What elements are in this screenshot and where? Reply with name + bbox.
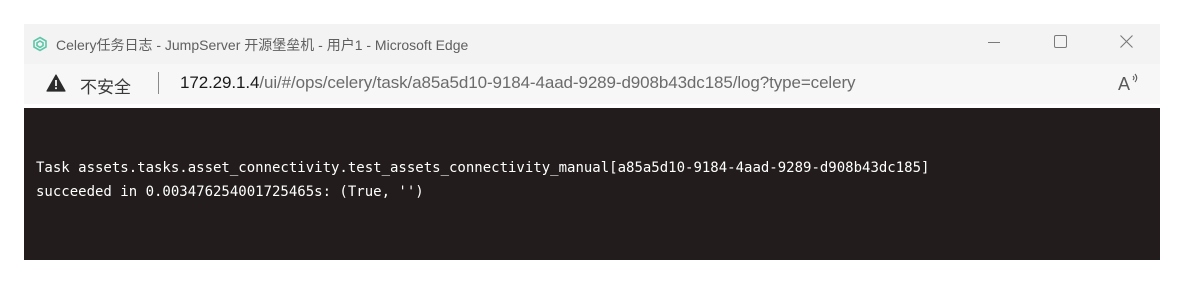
close-icon: [1119, 35, 1133, 53]
address-bar[interactable]: 不安全 172.29.1.4/ui/#/ops/celery/task/a85a…: [24, 64, 1160, 104]
url-field[interactable]: 172.29.1.4/ui/#/ops/celery/task/a85a5d10…: [180, 73, 856, 93]
minimize-icon: [988, 35, 1000, 53]
window-title: Celery任务日志 - JumpServer 开源堡垒机 - 用户1 - Mi…: [56, 37, 469, 53]
read-aloud-icon[interactable]: A: [1116, 72, 1142, 94]
maximize-icon: [1053, 35, 1067, 53]
url-path: /ui/#/ops/celery/task/a85a5d10-9184-4aad…: [259, 73, 856, 92]
minimize-button[interactable]: [966, 24, 1022, 64]
address-separator: [158, 72, 159, 94]
svg-text:A: A: [1118, 74, 1130, 94]
maximize-button[interactable]: [1032, 24, 1088, 64]
security-label[interactable]: 不安全: [80, 73, 131, 98]
warning-triangle-icon[interactable]: [46, 74, 66, 92]
log-line: Task assets.tasks.asset_connectivity.tes…: [36, 160, 930, 176]
browser-window: Celery任务日志 - JumpServer 开源堡垒机 - 用户1 - Mi…: [24, 24, 1160, 260]
jumpserver-logo-icon: [32, 36, 48, 52]
url-host: 172.29.1.4: [180, 73, 260, 92]
close-button[interactable]: [1098, 24, 1154, 64]
title-bar[interactable]: Celery任务日志 - JumpServer 开源堡垒机 - 用户1 - Mi…: [24, 24, 1160, 64]
log-line: succeeded in 0.003476254001725465s: (Tru…: [36, 184, 424, 200]
log-console[interactable]: Task assets.tasks.asset_connectivity.tes…: [24, 108, 1160, 260]
